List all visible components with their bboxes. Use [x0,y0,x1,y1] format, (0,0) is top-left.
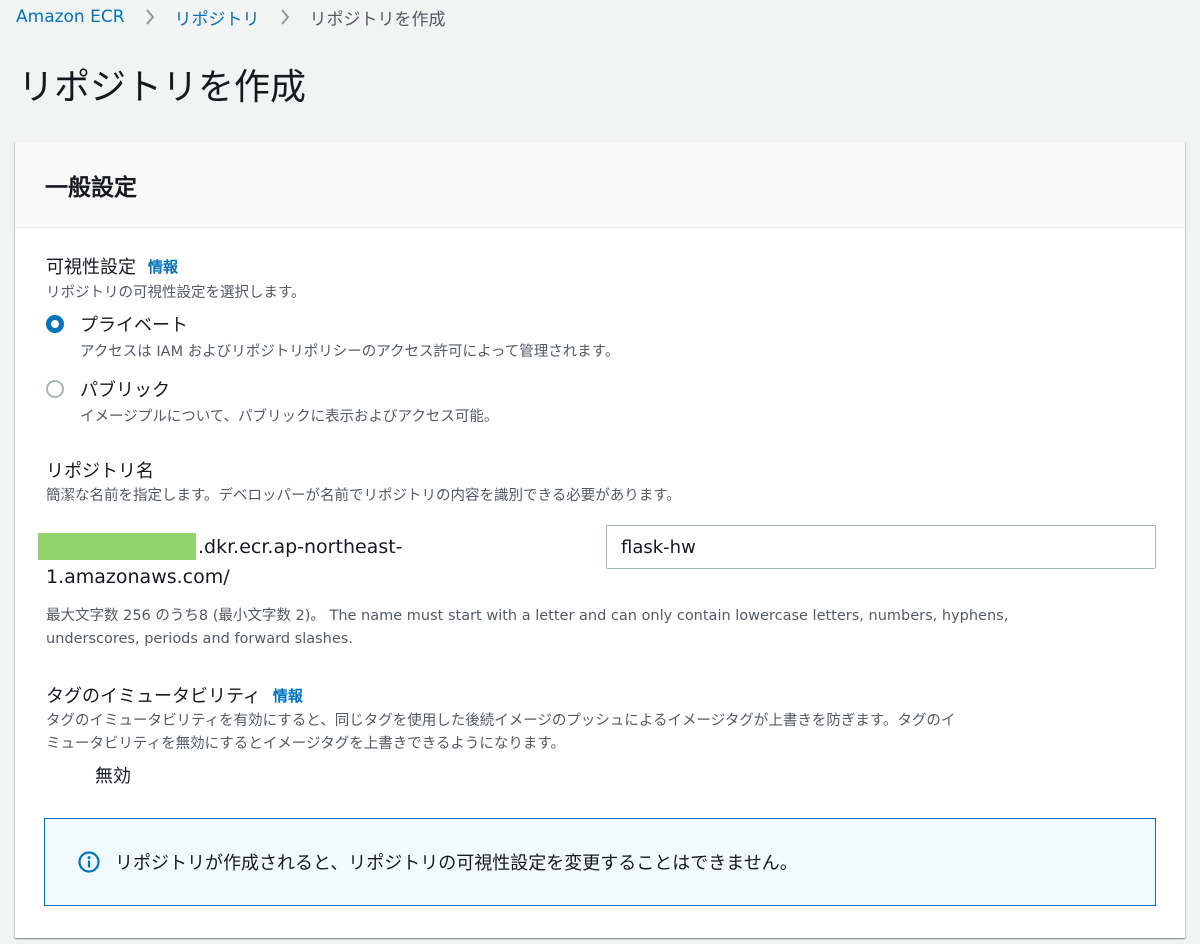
repo-name-input[interactable] [606,525,1156,569]
private-radio-description: アクセスは IAM およびリポジトリポリシーのアクセス許可によって管理されます。 [80,344,620,360]
breadcrumb: Amazon ECR リポジトリ リポジトリを作成 [16,5,446,30]
public-radio-description: イメージプルについて、パブリックに表示およびアクセス可能。 [80,409,499,425]
tag-immutability-toggle-label: 無効 [95,766,131,787]
alert-text: リポジトリが作成されると、リポジトリの可視性設定を変更することはできません。 [115,853,798,874]
breadcrumb-link-ecr[interactable]: Amazon ECR [16,7,125,27]
visibility-info-link[interactable]: 情報 [148,256,178,277]
tag-immutability-info-link[interactable]: 情報 [273,685,303,706]
account-id-redaction [38,533,196,560]
panel-header: 一般設定 [15,142,1185,228]
public-radio[interactable] [46,380,64,398]
breadcrumb-link-repositories[interactable]: リポジトリ [175,5,260,30]
private-radio[interactable] [46,315,64,333]
visibility-label-row: 可視性設定 情報 [46,253,178,279]
private-radio-label[interactable]: プライベート [80,311,188,337]
repo-name-label: リポジトリ名 [46,461,154,482]
repo-name-description: 簡潔な名前を指定します。デベロッパーが名前でリポジトリの内容を識別できる必要があ… [46,488,681,504]
public-radio-label[interactable]: パブリック [80,376,170,402]
visibility-description: リポジトリの可視性設定を選択します。 [46,285,306,301]
info-icon [77,850,101,874]
tag-immutability-description-line2: ミュータビリティを無効にするとイメージタグを上書きできるようになります。 [46,736,565,752]
registry-uri-line1: .dkr.ecr.ap-northeast- [198,536,403,558]
chevron-right-icon [280,9,290,25]
visibility-label: 可視性設定 [46,257,136,278]
tag-immutability-label: タグのイミュータビリティ [46,686,261,707]
repo-name-hint-line2: underscores, periods and forward slashes… [46,631,353,647]
panel-heading: 一般設定 [45,174,137,201]
tag-immutability-description-line1: タグのイミュータビリティを有効にすると、同じタグを使用した後続イメージのプッシュ… [46,713,956,729]
tag-immutability-label-row: タグのイミュータビリティ 情報 [46,682,303,708]
general-settings-panel: 一般設定 可視性設定 情報 リポジトリの可視性設定を選択します。 プライベート … [15,142,1185,938]
page-title: リポジトリを作成 [18,67,307,108]
chevron-right-icon [145,9,155,25]
repo-name-hint-line1: 最大文字数 256 のうち8 (最小文字数 2)。 The name must … [46,608,1009,624]
visibility-warning-alert: リポジトリが作成されると、リポジトリの可視性設定を変更することはできません。 [44,818,1156,906]
registry-uri-line2: 1.amazonaws.com/ [46,566,230,588]
breadcrumb-current: リポジトリを作成 [309,9,446,30]
